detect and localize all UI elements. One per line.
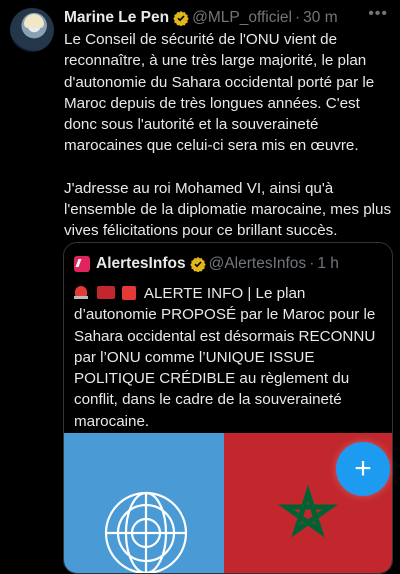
author-handle[interactable]: @MLP_officiel [192,9,292,27]
tweet-paragraph-2: J'adresse au roi Mohamed VI, ainsi qu'à … [64,179,392,240]
quoted-text: ALERTE INFO | Le plan d’autonomie PROPOS… [74,283,386,432]
flag-morocco-icon [97,286,116,299]
compose-plus-button[interactable]: + [336,442,390,496]
separator-dot: · [309,255,315,272]
alertesinfos-logo-icon [74,256,90,272]
avatar-photo [24,14,44,28]
tweet-paragraph-1: Le Conseil de sécurité de l'ONU vient de… [64,31,375,155]
quoted-timestamp: 1 h [317,255,339,272]
verified-badge-icon [173,11,189,26]
red-square-icon [122,286,137,300]
tweet[interactable]: Marine Le Pen @MLP_officiel · 30 m ••• L… [0,0,400,574]
author-name[interactable]: Marine Le Pen [64,9,169,27]
quoted-header: AlertesInfos @AlertesInfos · 1 h [74,255,339,273]
quoted-text-content: ALERTE INFO | Le plan d’autonomie PROPOS… [74,285,376,430]
tweet-body: Le Conseil de sécurité de l'ONU vient de… [64,29,394,263]
quoted-author-handle: @AlertesInfos [208,255,307,272]
un-emblem-icon [104,491,188,573]
tweet-timestamp[interactable]: 30 m [303,9,337,27]
flag-united-nations-image [64,433,224,573]
separator-dot: · [294,9,301,26]
more-dots-icon[interactable]: ••• [368,5,388,23]
quoted-author-name: AlertesInfos [96,255,186,272]
quoted-tweet[interactable]: AlertesInfos @AlertesInfos · 1 h ALERTE … [63,242,393,574]
rotating-light-icon [74,284,88,300]
verified-badge-icon [189,257,206,272]
tweet-header: Marine Le Pen @MLP_officiel · 30 m [64,7,390,29]
author-avatar[interactable] [10,8,54,52]
